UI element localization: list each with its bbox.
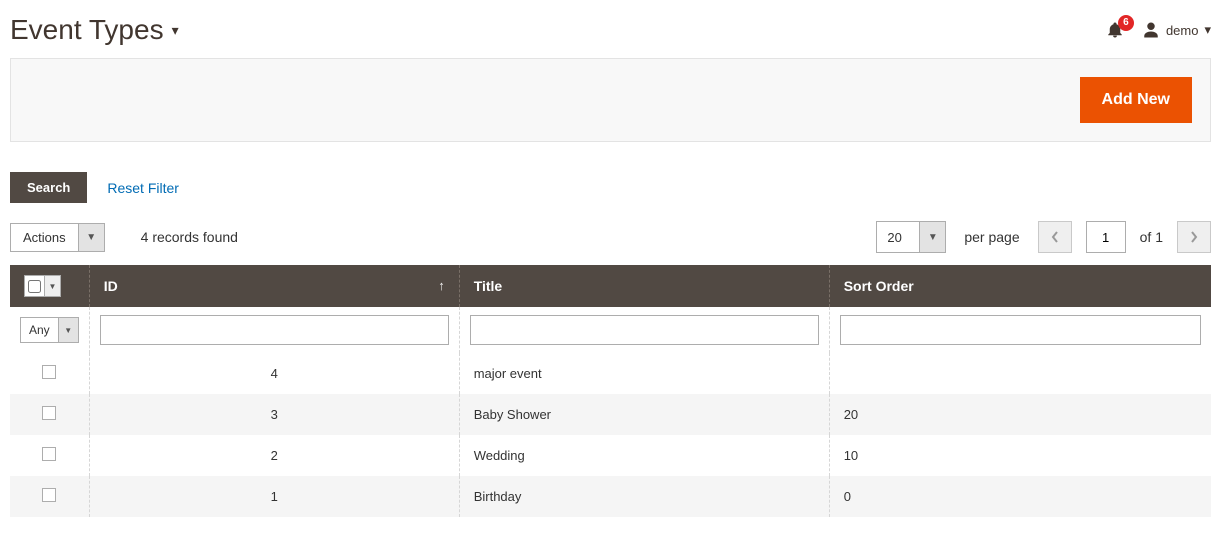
- filter-any-label: Any: [21, 318, 58, 342]
- pager-area: 20 ▼ per page of 1: [876, 221, 1211, 253]
- header-row: ▼ ID ↑ Title Sort Order: [10, 265, 1211, 307]
- cell-sort-order: 0: [829, 476, 1211, 517]
- cell-title: major event: [459, 353, 829, 394]
- table-row[interactable]: 4 major event: [10, 353, 1211, 394]
- cell-sort-order: 10: [829, 435, 1211, 476]
- filter-sort-order-input[interactable]: [840, 315, 1201, 345]
- cell-title: Wedding: [459, 435, 829, 476]
- per-page-label: per page: [964, 229, 1019, 245]
- grid-search-row: Search Reset Filter: [10, 172, 1211, 203]
- pager-nav: of 1: [1038, 221, 1211, 253]
- column-label: Sort Order: [844, 278, 914, 294]
- data-grid: ▼ ID ↑ Title Sort Order Any ▼: [10, 265, 1211, 517]
- records-count: 4 records found: [141, 229, 238, 245]
- table-row[interactable]: 1 Birthday 0: [10, 476, 1211, 517]
- per-page-select[interactable]: 20 ▼: [876, 221, 946, 253]
- mass-actions-label: Actions: [11, 224, 78, 251]
- reset-filter-link[interactable]: Reset Filter: [107, 180, 179, 196]
- primary-actions-toolbar: Add New: [10, 58, 1211, 142]
- cell-title: Baby Shower: [459, 394, 829, 435]
- select-all-header: ▼: [10, 265, 89, 307]
- table-row[interactable]: 3 Baby Shower 20: [10, 394, 1211, 435]
- notifications-count: 6: [1118, 15, 1134, 31]
- filter-id-input[interactable]: [100, 315, 449, 345]
- cell-sort-order: 20: [829, 394, 1211, 435]
- prev-page-button[interactable]: [1038, 221, 1072, 253]
- filter-selection-dropdown[interactable]: Any ▼: [20, 317, 79, 343]
- chevron-right-icon: [1190, 231, 1198, 243]
- chevron-left-icon: [1051, 231, 1059, 243]
- cell-id: 4: [89, 353, 459, 394]
- mass-actions-dropdown[interactable]: Actions ▼: [10, 223, 105, 252]
- column-header-title[interactable]: Title: [459, 265, 829, 307]
- row-checkbox[interactable]: [42, 447, 56, 461]
- row-checkbox[interactable]: [42, 365, 56, 379]
- search-button[interactable]: Search: [10, 172, 87, 203]
- column-header-sort-order[interactable]: Sort Order: [829, 265, 1211, 307]
- column-label: ID: [104, 278, 118, 294]
- cell-id: 1: [89, 476, 459, 517]
- select-all-dropdown[interactable]: ▼: [24, 275, 61, 297]
- per-page-value: 20: [877, 222, 919, 252]
- page-title: Event Types: [10, 14, 164, 46]
- user-icon: [1142, 21, 1160, 39]
- column-label: Title: [474, 278, 503, 294]
- chevron-down-icon: ▾: [172, 22, 179, 39]
- row-checkbox[interactable]: [42, 406, 56, 420]
- cell-id: 2: [89, 435, 459, 476]
- total-pages-label: of 1: [1140, 229, 1163, 245]
- table-row[interactable]: 2 Wedding 10: [10, 435, 1211, 476]
- next-page-button[interactable]: [1177, 221, 1211, 253]
- page-title-dropdown[interactable]: Event Types ▾: [10, 14, 179, 46]
- username-label: demo: [1166, 23, 1199, 38]
- user-menu[interactable]: demo ▾: [1142, 21, 1211, 39]
- grid-pagination-row: Actions ▼ 4 records found 20 ▼ per page …: [10, 221, 1211, 253]
- chevron-down-icon: ▼: [78, 224, 104, 251]
- sort-ascending-icon: ↑: [438, 278, 445, 293]
- row-checkbox[interactable]: [42, 488, 56, 502]
- cell-title: Birthday: [459, 476, 829, 517]
- column-header-id[interactable]: ID ↑: [89, 265, 459, 307]
- chevron-down-icon: ▾: [1204, 22, 1211, 38]
- user-area: 6 demo ▾: [1106, 21, 1211, 39]
- add-new-button[interactable]: Add New: [1080, 77, 1192, 123]
- chevron-down-icon: ▼: [44, 276, 60, 296]
- filter-title-input[interactable]: [470, 315, 819, 345]
- page-header: Event Types ▾ 6 demo ▾: [10, 10, 1211, 58]
- cell-sort-order: [829, 353, 1211, 394]
- cell-id: 3: [89, 394, 459, 435]
- page-input[interactable]: [1086, 221, 1126, 253]
- chevron-down-icon: ▼: [58, 318, 78, 342]
- select-all-checkbox[interactable]: [28, 280, 41, 293]
- filter-row: Any ▼: [10, 307, 1211, 353]
- chevron-down-icon: ▼: [919, 222, 945, 252]
- notifications-button[interactable]: 6: [1106, 21, 1124, 39]
